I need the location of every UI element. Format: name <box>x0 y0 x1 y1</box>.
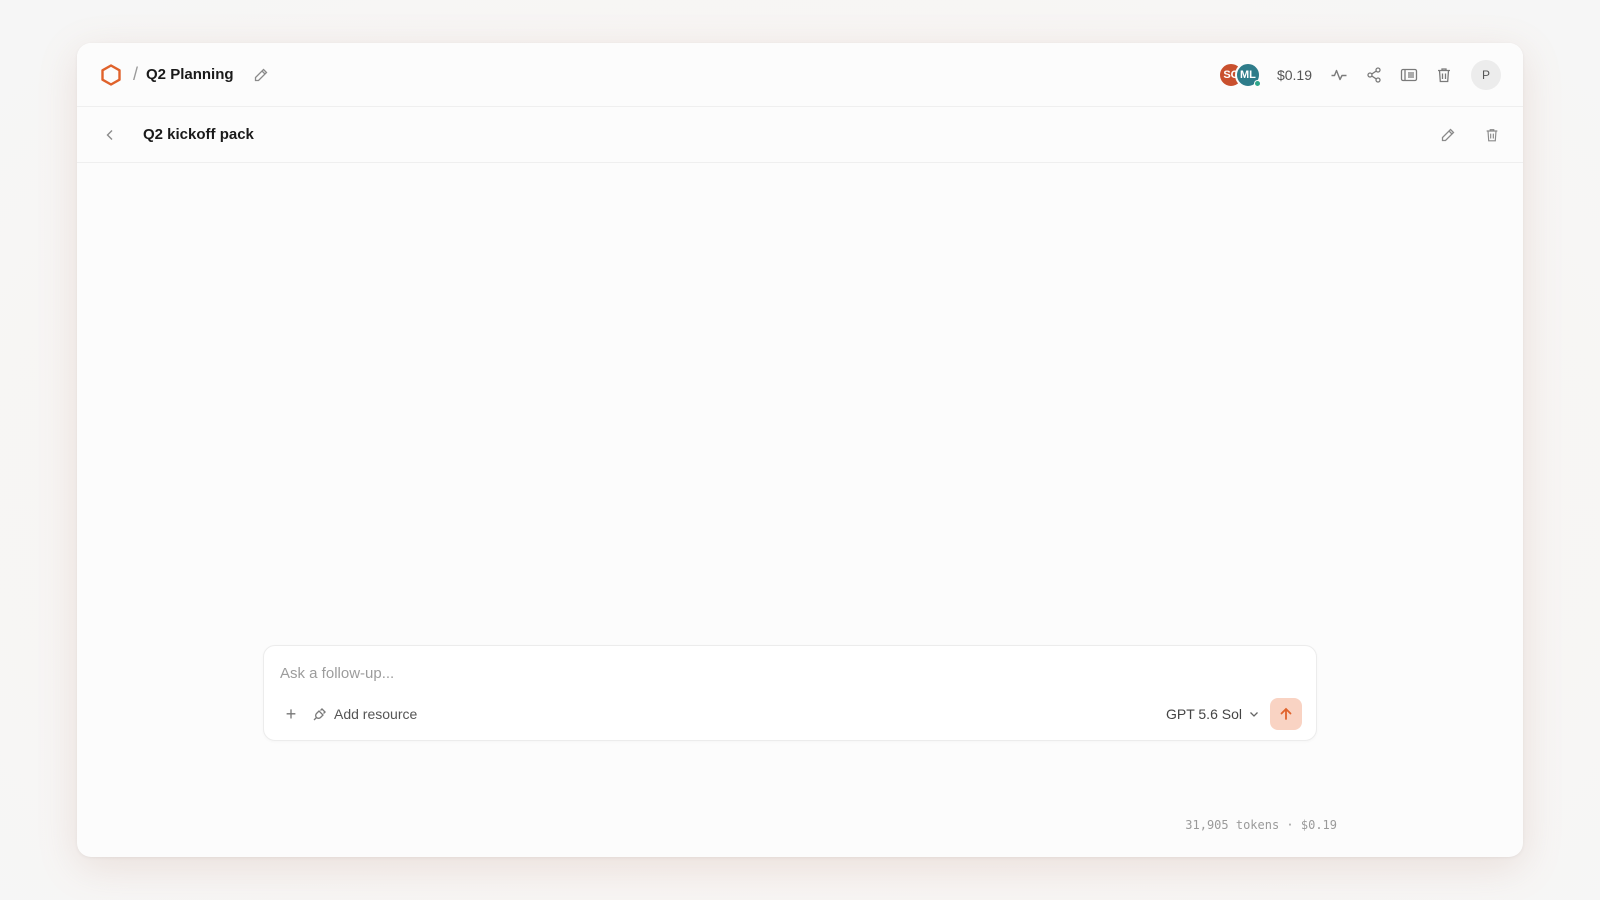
conversation-content <box>77 164 1523 857</box>
model-label: GPT 5.6 Sol <box>1165 706 1242 722</box>
panel-icon[interactable] <box>1396 62 1422 88</box>
model-selector[interactable]: GPT 5.6 Sol <box>1166 706 1260 722</box>
back-chevron-icon[interactable] <box>97 122 123 148</box>
follow-up-input[interactable] <box>280 660 1180 686</box>
trash-icon[interactable] <box>1431 62 1457 88</box>
edit-title-icon[interactable] <box>248 62 274 88</box>
project-title: Q2 Planning <box>146 66 234 83</box>
add-attachment-button[interactable]: + <box>278 704 304 725</box>
chevron-down-icon <box>1248 708 1260 720</box>
avatar-ml[interactable]: ML <box>1234 61 1261 88</box>
activity-icon[interactable] <box>1326 62 1352 88</box>
avatar-ml-initials: ML <box>1240 68 1256 81</box>
plug-icon <box>312 706 328 722</box>
add-resource-button[interactable]: Add resource <box>312 706 417 722</box>
collaborator-avatars[interactable]: SC ML <box>1217 61 1261 88</box>
composer: + Add resource GPT 5.6 Sol <box>263 645 1317 741</box>
session-cost: $0.19 <box>1276 66 1312 83</box>
app-window: / Q2 Planning SC ML $0.19 P Q2 kickoff p… <box>77 43 1523 857</box>
arrow-up-icon <box>1280 707 1292 720</box>
online-status-dot <box>1253 79 1261 87</box>
top-bar: / Q2 Planning SC ML $0.19 P <box>77 43 1523 107</box>
edit-conversation-icon[interactable] <box>1435 122 1461 148</box>
logo-hexagon-icon[interactable] <box>99 63 123 87</box>
token-usage: 31,905 tokens · $0.19 <box>1185 818 1337 832</box>
share-icon[interactable] <box>1361 62 1387 88</box>
send-button[interactable] <box>1270 698 1302 730</box>
conversation-header: Q2 kickoff pack <box>77 107 1523 163</box>
conversation-title: Q2 kickoff pack <box>143 126 254 143</box>
delete-conversation-icon[interactable] <box>1479 122 1505 148</box>
breadcrumb-separator: / <box>133 64 139 84</box>
add-resource-label: Add resource <box>334 706 418 722</box>
user-avatar[interactable]: P <box>1471 59 1501 90</box>
